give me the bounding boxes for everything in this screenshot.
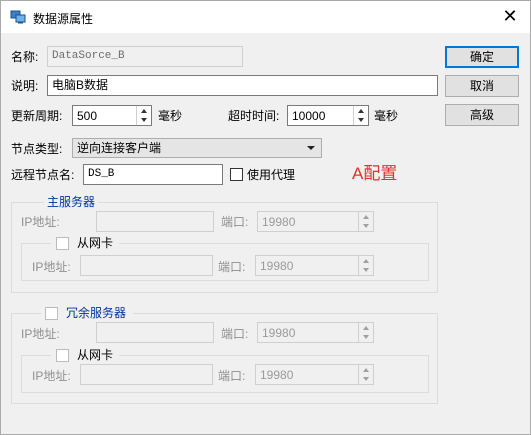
redundant-slave-port-value: 19980: [260, 368, 294, 382]
timeout-spinbox[interactable]: 10000: [287, 105, 369, 126]
properties-dialog: 数据源属性 ✕ 名称: DataSorce_B 说明: 电脑B数据 更新周期: …: [0, 0, 531, 435]
spin-down-icon: [363, 224, 369, 228]
timeout-label: 超时时间:: [228, 109, 280, 123]
update-period-label: 更新周期:: [11, 109, 63, 123]
update-period-spinbox[interactable]: 500: [72, 105, 152, 126]
main-slave-nic-title: 从网卡: [77, 236, 114, 250]
main-slave-port-label: 端口:: [218, 260, 246, 274]
spin-arrows[interactable]: [353, 106, 368, 125]
spin-up-icon[interactable]: [358, 109, 364, 113]
spin-down-icon[interactable]: [358, 118, 364, 122]
update-period-value: 500: [77, 109, 98, 123]
main-port-value: 19980: [262, 215, 296, 229]
remote-node-field[interactable]: DS_B: [83, 164, 223, 185]
spin-arrows: [358, 323, 373, 342]
redundant-slave-ip-field: [80, 364, 213, 385]
timeout-value: 10000: [292, 109, 326, 123]
timeout-unit: 毫秒: [374, 109, 399, 123]
remote-node-label: 远程节点名:: [11, 168, 75, 182]
spin-down-icon: [363, 335, 369, 339]
main-slave-nic-checkbox: [56, 237, 69, 250]
spin-up-icon: [363, 326, 369, 330]
redundant-server-checkbox: [45, 307, 58, 320]
node-type-value: 逆向连接客户端: [77, 141, 162, 155]
annotation-text: A配置: [352, 164, 398, 183]
description-label: 说明:: [11, 79, 39, 93]
chevron-down-icon: [307, 146, 315, 150]
ok-button[interactable]: 确定: [445, 46, 519, 68]
spin-down-icon[interactable]: [141, 118, 147, 122]
main-ip-label: IP地址:: [21, 215, 60, 229]
name-label: 名称:: [11, 50, 39, 64]
redundant-slave-port-label: 端口:: [218, 369, 246, 383]
spin-arrows: [358, 212, 373, 231]
redundant-slave-nic-title: 从网卡: [77, 348, 114, 362]
spin-up-icon: [363, 215, 369, 219]
spin-up-icon: [363, 368, 369, 372]
main-slave-port-spinbox: 19980: [255, 255, 374, 276]
advanced-button[interactable]: 高级: [445, 104, 519, 126]
main-ip-field: [96, 211, 214, 232]
main-port-label: 端口:: [221, 215, 249, 229]
redundant-port-spinbox: 19980: [257, 322, 374, 343]
description-field[interactable]: 电脑B数据: [47, 75, 438, 96]
redundant-port-value: 19980: [262, 326, 296, 340]
redundant-ip-field: [96, 322, 214, 343]
update-unit: 毫秒: [158, 109, 183, 123]
cancel-button[interactable]: 取消: [445, 75, 519, 97]
main-slave-ip-label: IP地址:: [32, 260, 71, 274]
spin-down-icon: [363, 377, 369, 381]
spin-down-icon: [363, 268, 369, 272]
title-bar: 数据源属性 ✕: [1, 1, 530, 33]
name-field: DataSorce_B: [47, 46, 243, 67]
main-slave-ip-field: [80, 255, 213, 276]
redundant-slave-port-spinbox: 19980: [255, 364, 374, 385]
main-port-spinbox: 19980: [257, 211, 374, 232]
main-slave-port-value: 19980: [260, 259, 294, 273]
redundant-slave-nic-checkbox: [56, 349, 69, 362]
redundant-slave-ip-label: IP地址:: [32, 369, 71, 383]
close-icon[interactable]: ✕: [498, 5, 522, 29]
use-proxy-label: 使用代理: [247, 168, 296, 182]
spin-arrows[interactable]: [136, 106, 151, 125]
node-type-label: 节点类型:: [11, 142, 63, 156]
dialog-title: 数据源属性: [33, 12, 94, 26]
spin-arrows: [358, 365, 373, 384]
node-type-select[interactable]: 逆向连接客户端: [72, 138, 322, 158]
spin-up-icon[interactable]: [141, 109, 147, 113]
redundant-server-title: 冗余服务器: [66, 306, 127, 320]
redundant-ip-label: IP地址:: [21, 327, 60, 341]
spin-arrows: [358, 256, 373, 275]
main-server-title: 主服务器: [44, 194, 99, 210]
spin-up-icon: [363, 259, 369, 263]
redundant-port-label: 端口:: [221, 327, 249, 341]
datasource-icon: [10, 10, 26, 24]
use-proxy-checkbox[interactable]: [230, 168, 243, 181]
